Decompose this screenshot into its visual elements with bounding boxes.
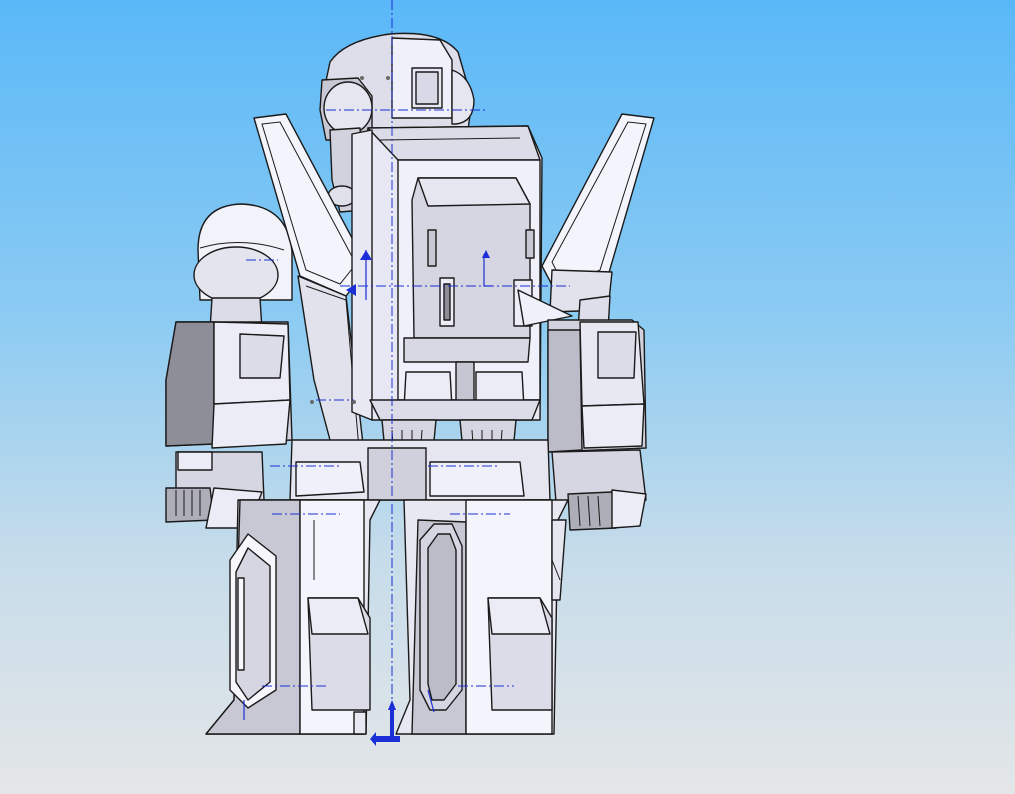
- left-leg[interactable]: [205, 499, 381, 735]
- left-arm[interactable]: [165, 321, 293, 529]
- torso-backpack[interactable]: [351, 125, 573, 421]
- right-leg[interactable]: [395, 499, 569, 735]
- right-wing[interactable]: [541, 113, 655, 331]
- right-arm[interactable]: [547, 319, 647, 531]
- left-shoulder-dome[interactable]: [193, 203, 293, 331]
- robot-head[interactable]: [319, 32, 475, 141]
- origin-triad-icon: [370, 700, 400, 746]
- cad-graphics-viewport[interactable]: [0, 0, 1015, 794]
- robot-3d-model[interactable]: [0, 0, 1015, 794]
